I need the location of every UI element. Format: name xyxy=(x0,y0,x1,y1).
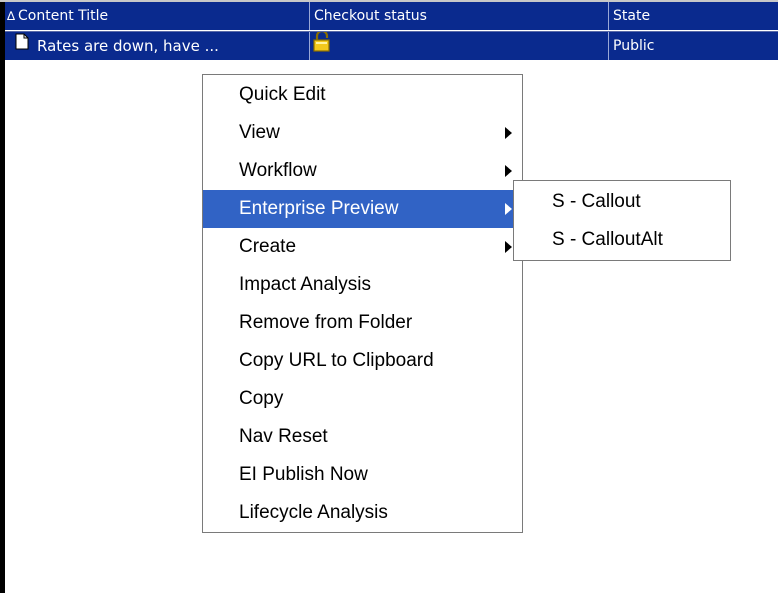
menu-item-create[interactable]: Create xyxy=(203,228,522,266)
window-left-border xyxy=(0,2,5,593)
submenu-item-s-callout[interactable]: S - Callout xyxy=(514,183,730,221)
cell-checkout-status[interactable] xyxy=(310,32,609,60)
menu-item-copy[interactable]: Copy xyxy=(203,380,522,418)
submenu-arrow-icon xyxy=(505,203,512,215)
menu-item-label: View xyxy=(239,122,280,143)
table-header: ∆ Content Title Checkout status State xyxy=(5,2,778,30)
menu-item-lifecycle-analysis[interactable]: Lifecycle Analysis xyxy=(203,494,522,532)
submenu-item-s-calloutalt[interactable]: S - CalloutAlt xyxy=(514,221,730,259)
sort-ascending-icon: ∆ xyxy=(7,9,16,23)
menu-item-enterprise-preview[interactable]: Enterprise Preview xyxy=(203,190,522,228)
menu-item-impact-analysis[interactable]: Impact Analysis xyxy=(203,266,522,304)
menu-item-remove-from-folder[interactable]: Remove from Folder xyxy=(203,304,522,342)
submenu-item-label: S - Callout xyxy=(552,191,641,212)
enterprise-preview-submenu: S - Callout S - CalloutAlt xyxy=(513,180,731,261)
menu-item-view[interactable]: View xyxy=(203,114,522,152)
menu-item-label: Remove from Folder xyxy=(239,312,413,333)
menu-item-label: Quick Edit xyxy=(239,84,326,105)
submenu-arrow-icon xyxy=(505,127,512,139)
menu-item-label: Copy URL to Clipboard xyxy=(239,350,434,371)
menu-item-label: Copy xyxy=(239,388,284,409)
submenu-item-label: S - CalloutAlt xyxy=(552,229,663,250)
state-text: Public xyxy=(613,38,655,54)
menu-item-label: EI Publish Now xyxy=(239,464,368,485)
content-title-text: Rates are down, have ... xyxy=(37,37,219,55)
column-header-checkout-status[interactable]: Checkout status xyxy=(310,2,609,30)
menu-item-label: Impact Analysis xyxy=(239,274,371,295)
menu-item-label: Create xyxy=(239,236,297,257)
menu-item-label: Workflow xyxy=(239,160,317,181)
table-row[interactable]: Rates are down, have ... Public xyxy=(5,31,778,60)
column-header-content-title[interactable]: ∆ Content Title xyxy=(5,2,310,30)
submenu-arrow-icon xyxy=(505,165,512,177)
column-header-label: State xyxy=(613,8,651,24)
cell-state[interactable]: Public xyxy=(609,32,778,60)
menu-item-workflow[interactable]: Workflow xyxy=(203,152,522,190)
column-header-state[interactable]: State xyxy=(609,2,778,30)
menu-item-nav-reset[interactable]: Nav Reset xyxy=(203,418,522,456)
submenu-arrow-icon xyxy=(505,241,512,253)
column-header-label: Checkout status xyxy=(314,8,427,24)
menu-item-label: Nav Reset xyxy=(239,426,328,447)
menu-item-label: Enterprise Preview xyxy=(239,198,399,219)
menu-item-label: Lifecycle Analysis xyxy=(239,502,388,523)
document-icon xyxy=(15,32,29,59)
menu-item-ei-publish-now[interactable]: EI Publish Now xyxy=(203,456,522,494)
menu-item-quick-edit[interactable]: Quick Edit xyxy=(203,76,522,114)
column-header-label: Content Title xyxy=(18,8,109,24)
cell-content-title[interactable]: Rates are down, have ... xyxy=(5,32,310,60)
lock-icon xyxy=(312,32,332,60)
menu-item-copy-url[interactable]: Copy URL to Clipboard xyxy=(203,342,522,380)
context-menu: Quick Edit View Workflow Enterprise Prev… xyxy=(202,74,523,533)
